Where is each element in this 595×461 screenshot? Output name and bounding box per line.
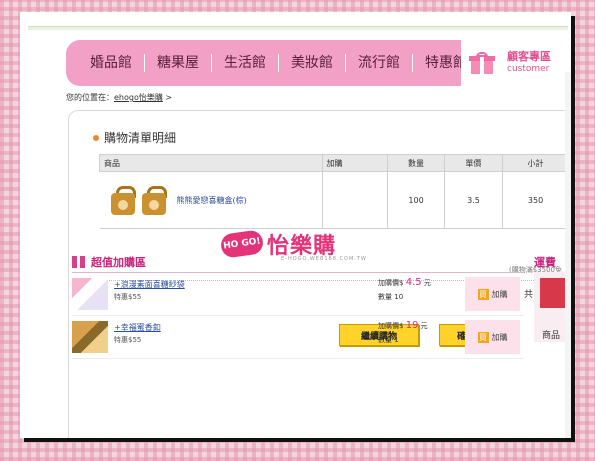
main-nav: 婚品館 糖果屋 生活館 美妝館 流行館 特惠館 顧客專區 customer bbox=[66, 40, 571, 86]
nav-item-candy[interactable]: 糖果屋 bbox=[145, 54, 212, 72]
breadcrumb-prefix: 您的位置在： bbox=[66, 93, 114, 102]
col-product: 商品 bbox=[99, 154, 323, 172]
honey-clasp-thumbnail[interactable] bbox=[72, 321, 108, 353]
subtotal-cell: 350 bbox=[502, 171, 569, 229]
watermark-url: E-HOGO.WEB168.COM.TW bbox=[281, 256, 367, 262]
addon-qty: 數量 1 bbox=[378, 336, 399, 344]
product-name[interactable]: 熊熊愛戀喜糖盒(棕) bbox=[177, 195, 247, 206]
addon-price: 加購價$ 4.5 元 bbox=[378, 277, 431, 288]
addon-name[interactable]: +幸福蜜香釦 bbox=[114, 322, 161, 333]
addon-list: +浪漫素面喜糖紗袋 特惠$55 加購價$ 4.5 元 數量 10 買加購 +幸福… bbox=[72, 272, 524, 359]
col-qty: 數量 bbox=[387, 154, 445, 172]
bullet-icon bbox=[93, 134, 99, 141]
buy-icon: 買 bbox=[477, 331, 489, 343]
table-row: 熊熊愛戀喜糖盒(棕) 100 3.5 350 bbox=[99, 171, 569, 229]
list-item: +幸福蜜香釦 特惠$55 加購價$ 19 元 數量 1 買加購 bbox=[72, 316, 524, 359]
addon-name[interactable]: +浪漫素面喜糖紗袋 bbox=[114, 279, 185, 290]
nav-item-wedding[interactable]: 婚品館 bbox=[78, 54, 145, 72]
col-subtotal: 小計 bbox=[502, 154, 569, 172]
breadcrumb: 您的位置在：ehogo怡樂購 > bbox=[66, 92, 172, 103]
addon-sub: 特惠$55 bbox=[114, 293, 142, 301]
addon-cell bbox=[322, 171, 389, 229]
col-addon: 加購 bbox=[321, 154, 389, 172]
gift-icon bbox=[72, 256, 85, 268]
addon-section-title: 超值加購區 bbox=[72, 254, 146, 270]
cart-header-row: 商品 加購 數量 單價 小計 bbox=[99, 154, 569, 172]
price-cell: 3.5 bbox=[444, 171, 504, 229]
cart-table: 商品 加購 數量 單價 小計 熊熊愛戀喜糖盒(棕) 100 3.5 350 bbox=[99, 154, 569, 229]
addon-title-text: 超值加購區 bbox=[91, 256, 146, 269]
addon-price: 加購價$ 19 元 bbox=[378, 320, 428, 331]
hogo-logo-badge: HO GO! bbox=[219, 229, 265, 259]
side-label: 商品 bbox=[542, 331, 561, 341]
cart-title-text: 購物清單明細 bbox=[104, 131, 177, 145]
product-bag-icon bbox=[109, 185, 137, 215]
customer-zone-link[interactable]: 顧客專區 customer bbox=[461, 40, 571, 86]
organza-bag-thumbnail[interactable] bbox=[72, 278, 108, 310]
buy-icon: 買 bbox=[477, 288, 489, 300]
breadcrumb-suffix: > bbox=[162, 93, 173, 102]
vertical-scrollbar[interactable] bbox=[565, 72, 571, 438]
gift-icon bbox=[469, 52, 495, 74]
nav-item-beauty[interactable]: 美妝館 bbox=[279, 54, 346, 72]
browser-page: 婚品館 糖果屋 生活館 美妝館 流行館 特惠館 顧客專區 customer 您的… bbox=[20, 12, 571, 438]
shipping-title: 運費 bbox=[534, 256, 556, 269]
addon-qty: 數量 10 bbox=[378, 293, 404, 301]
addon-buy-button[interactable]: 買加購 bbox=[465, 320, 520, 354]
qty-cell: 100 bbox=[387, 171, 445, 229]
customer-zone-sublabel: customer bbox=[507, 64, 550, 74]
list-item: +浪漫素面喜糖紗袋 特惠$55 加購價$ 4.5 元 數量 10 買加購 bbox=[72, 273, 524, 316]
nav-item-life[interactable]: 生活館 bbox=[212, 54, 279, 72]
nav-item-fashion[interactable]: 流行館 bbox=[346, 54, 413, 72]
col-price: 單價 bbox=[443, 154, 504, 172]
addon-sub: 特惠$55 bbox=[114, 336, 142, 344]
breadcrumb-home-link[interactable]: ehogo怡樂購 bbox=[114, 93, 163, 102]
top-bar-line bbox=[28, 26, 568, 30]
count-prefix: 共 bbox=[524, 290, 534, 300]
cart-title: 購物清單明細 bbox=[93, 129, 176, 146]
customer-zone-label: 顧客專區 bbox=[507, 50, 551, 63]
addon-buy-button[interactable]: 買加購 bbox=[465, 277, 520, 311]
product-bag-icon bbox=[140, 185, 168, 215]
